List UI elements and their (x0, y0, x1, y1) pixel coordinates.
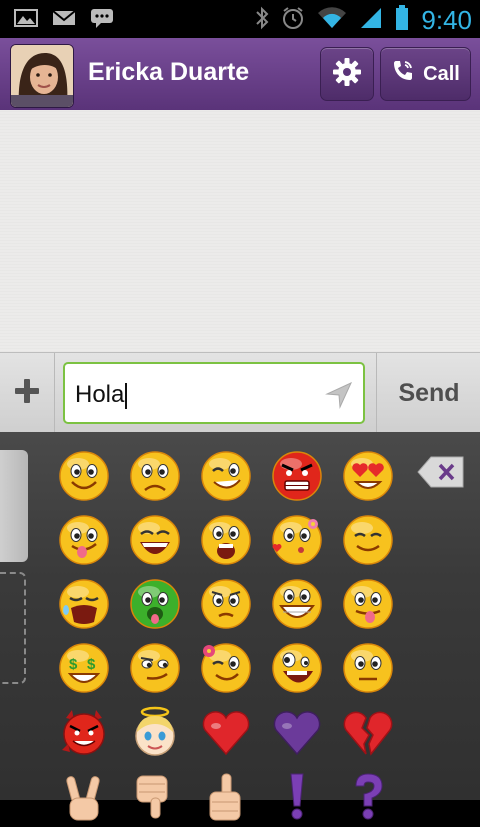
neutral-emoji-icon[interactable] (342, 642, 394, 694)
angry-emoji-icon[interactable] (271, 450, 323, 502)
peace-emoji-icon[interactable] (58, 770, 110, 822)
attach-button[interactable] (0, 353, 55, 433)
message-area[interactable] (0, 110, 480, 352)
bluetooth-icon (255, 6, 269, 35)
emoji-panel: $ $ (0, 432, 480, 821)
crazy-emoji-icon[interactable] (271, 642, 323, 694)
gmail-icon (52, 8, 76, 28)
content-emoji-icon[interactable] (342, 514, 394, 566)
send-button[interactable]: Send (376, 353, 480, 433)
smile-emoji-icon[interactable] (58, 450, 110, 502)
purple-heart-emoji-icon[interactable] (271, 706, 323, 758)
battery-icon (395, 5, 409, 36)
conversation-header: Ericka Duarte Call (0, 38, 480, 112)
wifi-icon (317, 6, 347, 35)
location-arrow-icon[interactable] (325, 381, 353, 414)
signal-icon (359, 6, 383, 35)
phone-icon (391, 59, 415, 89)
status-bar: 9:40 (0, 0, 480, 38)
thumbs-down-emoji-icon[interactable] (129, 770, 181, 822)
svg-text:$: $ (69, 656, 78, 673)
message-icon (90, 8, 114, 28)
red-heart-emoji-icon[interactable] (200, 706, 252, 758)
thumbs-up-emoji-icon[interactable] (200, 770, 252, 822)
call-button[interactable]: Call (380, 47, 471, 101)
money-eyes-emoji-icon[interactable]: $ $ (58, 642, 110, 694)
gear-icon (332, 57, 362, 92)
shocked-emoji-icon[interactable] (200, 514, 252, 566)
sad-emoji-icon[interactable] (129, 450, 181, 502)
angel-emoji-icon[interactable] (129, 706, 181, 758)
exclamation-emoji-icon[interactable] (271, 770, 323, 822)
crying-emoji-icon[interactable] (58, 578, 110, 630)
grinning-emoji-icon[interactable] (271, 578, 323, 630)
alarm-icon (281, 6, 305, 35)
picture-icon (14, 8, 38, 28)
avatar[interactable] (10, 44, 74, 108)
call-label: Call (423, 62, 460, 85)
clock: 9:40 (421, 5, 472, 35)
worried-emoji-icon[interactable] (200, 578, 252, 630)
tongue-wink-emoji-icon[interactable] (58, 514, 110, 566)
emoji-tab-inactive[interactable] (0, 572, 26, 684)
smirk-emoji-icon[interactable] (129, 642, 181, 694)
message-input[interactable]: Hola (63, 362, 365, 424)
laughing-emoji-icon[interactable] (129, 514, 181, 566)
heart-eyes-emoji-icon[interactable] (342, 450, 394, 502)
devil-emoji-icon[interactable] (58, 706, 110, 758)
settings-button[interactable] (320, 47, 374, 101)
flower-wink-emoji-icon[interactable] (200, 642, 252, 694)
text-cursor (125, 382, 128, 409)
plus-icon (13, 377, 41, 410)
kissing-emoji-icon[interactable] (271, 514, 323, 566)
svg-text:$: $ (87, 656, 96, 673)
wink-emoji-icon[interactable] (200, 450, 252, 502)
emoji-tab-active[interactable] (0, 450, 28, 562)
question-emoji-icon[interactable] (342, 770, 394, 822)
sick-emoji-icon[interactable] (129, 578, 181, 630)
contact-name: Ericka Duarte (88, 58, 250, 86)
silly-tongue-emoji-icon[interactable] (342, 578, 394, 630)
delete-button[interactable] (417, 456, 465, 488)
message-text: Hola (75, 381, 125, 408)
broken-heart-emoji-icon[interactable] (342, 706, 394, 758)
composer-bar: Hola Send (0, 352, 480, 433)
